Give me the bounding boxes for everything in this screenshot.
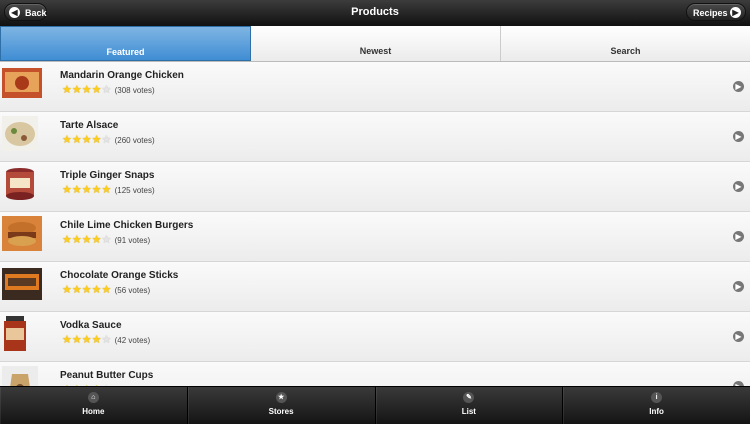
vote-count: (125 votes) xyxy=(114,186,155,195)
product-name: Vodka Sauce xyxy=(60,320,122,331)
star-icon: ★ xyxy=(62,84,72,96)
recipes-button[interactable]: Recipes ▶ xyxy=(686,3,746,21)
star-icon: ★ xyxy=(91,184,102,196)
star-icon: ★ xyxy=(91,234,102,246)
star-icon: ★ xyxy=(71,134,82,146)
product-name: Chocolate Orange Sticks xyxy=(60,270,179,281)
star-icon: ★ xyxy=(91,84,102,96)
list-item[interactable]: Vodka Sauce ★★★★★ (42 votes) ▶ xyxy=(0,312,750,362)
product-list: Mandarin Orange Chicken ★★★★★ (308 votes… xyxy=(0,62,750,386)
product-thumbnail xyxy=(4,316,26,351)
product-thumbnail xyxy=(2,68,42,98)
recipes-label: Recipes xyxy=(693,8,728,18)
star-icon: ★ xyxy=(71,234,82,246)
star-icon: ★ xyxy=(81,284,92,296)
product-name: Triple Ginger Snaps xyxy=(60,170,155,181)
vote-count: (91 votes) xyxy=(114,236,151,245)
tab-search[interactable]: Search xyxy=(501,26,750,61)
product-thumbnail xyxy=(2,116,38,151)
product-thumbnail xyxy=(2,268,42,300)
chevron-right-icon[interactable]: ▶ xyxy=(733,181,744,192)
vote-count: (56 votes) xyxy=(114,286,151,295)
list-item[interactable]: Chile Lime Chicken Burgers ★★★★★ (91 vot… xyxy=(0,212,750,262)
product-thumbnail xyxy=(6,168,34,200)
product-thumbnail xyxy=(2,366,38,386)
product-thumbnail xyxy=(2,216,42,251)
star-icon: ★ xyxy=(81,234,92,246)
vote-count: (260 votes) xyxy=(114,136,155,145)
star-icon: ★ xyxy=(81,334,92,346)
star-empty-icon: ★ xyxy=(101,134,112,146)
chevron-right-icon[interactable]: ▶ xyxy=(733,331,744,342)
star-icon: ★ xyxy=(71,334,82,346)
rating: ★★★★★ (125 votes) xyxy=(62,184,155,197)
list-item[interactable]: Mandarin Orange Chicken ★★★★★ (308 votes… xyxy=(0,62,750,112)
product-name: Tarte Alsace xyxy=(60,120,119,131)
nav-info-button[interactable]: i Info xyxy=(563,387,750,424)
nav-stores-button[interactable]: ★ Stores xyxy=(188,387,376,424)
star-icon: ★ xyxy=(71,84,82,96)
star-icon: ★ xyxy=(62,334,72,346)
vote-count: (42 votes) xyxy=(114,336,151,345)
star-icon: ★ xyxy=(81,84,92,96)
star-icon: ★ xyxy=(91,134,102,146)
tab-newest[interactable]: Newest xyxy=(251,26,501,61)
star-icon: ★ xyxy=(81,184,92,196)
nav-label: Info xyxy=(649,407,664,416)
chevron-right-icon[interactable]: ▶ xyxy=(733,281,744,292)
star-empty-icon: ★ xyxy=(101,334,112,346)
product-name: Peanut Butter Cups xyxy=(60,370,154,381)
list-item[interactable]: Peanut Butter Cups ★★★★★ ▶ xyxy=(0,362,750,386)
star-half-icon: ★ xyxy=(101,284,112,296)
star-icon: ★ xyxy=(91,334,102,346)
list-item[interactable]: Triple Ginger Snaps ★★★★★ (125 votes) ▶ xyxy=(0,162,750,212)
tab-featured[interactable]: Featured xyxy=(0,26,251,61)
vote-count: (308 votes) xyxy=(114,86,155,95)
page-title: Products xyxy=(351,6,399,18)
star-icon: ★ xyxy=(71,284,82,296)
pencil-icon: ✎ xyxy=(463,392,475,403)
rating: ★★★★★ (42 votes) xyxy=(62,334,150,347)
footer-nav: ⌂ Home ★ Stores ✎ List i Info xyxy=(0,386,750,424)
star-empty-icon: ★ xyxy=(101,84,112,96)
rating: ★★★★★ (56 votes) xyxy=(62,284,150,297)
star-icon: ★ xyxy=(62,284,72,296)
chevron-right-icon: ▶ xyxy=(730,7,741,18)
nav-list-button[interactable]: ✎ List xyxy=(376,387,564,424)
star-icon: ★ xyxy=(71,184,82,196)
star-icon: ★ xyxy=(81,134,92,146)
product-name: Chile Lime Chicken Burgers xyxy=(60,220,194,231)
list-item[interactable]: Chocolate Orange Sticks ★★★★★ (56 votes)… xyxy=(0,262,750,312)
rating: ★★★★★ (260 votes) xyxy=(62,134,155,147)
info-icon: i xyxy=(651,392,663,403)
nav-home-button[interactable]: ⌂ Home xyxy=(0,387,188,424)
chevron-right-icon[interactable]: ▶ xyxy=(733,231,744,242)
nav-label: List xyxy=(461,407,476,416)
rating: ★★★★★ (308 votes) xyxy=(62,84,155,97)
star-icon: ★ xyxy=(275,392,287,403)
star-icon: ★ xyxy=(91,284,102,296)
rating: ★★★★★ (91 votes) xyxy=(62,234,150,247)
list-item[interactable]: Tarte Alsace ★★★★★ (260 votes) ▶ xyxy=(0,112,750,162)
nav-label: Home xyxy=(82,407,105,416)
star-half-icon: ★ xyxy=(101,184,112,196)
chevron-right-icon[interactable]: ▶ xyxy=(733,131,744,142)
star-icon: ★ xyxy=(62,134,72,146)
tab-bar: Featured Newest Search xyxy=(0,26,750,62)
star-empty-icon: ★ xyxy=(101,234,112,246)
header-bar: ◀ Back Products Recipes ▶ xyxy=(0,0,750,26)
product-name: Mandarin Orange Chicken xyxy=(60,70,184,81)
home-icon: ⌂ xyxy=(87,392,99,403)
star-icon: ★ xyxy=(62,234,72,246)
chevron-right-icon[interactable]: ▶ xyxy=(733,81,744,92)
star-icon: ★ xyxy=(62,184,72,196)
nav-label: Stores xyxy=(268,407,294,416)
